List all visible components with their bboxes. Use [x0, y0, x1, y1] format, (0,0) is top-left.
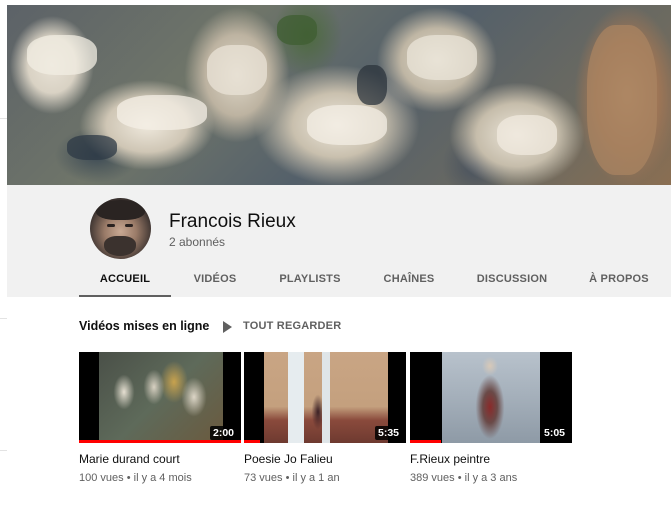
video-views: 100 vues [79, 472, 124, 484]
play-icon [223, 321, 232, 333]
video-thumbnail[interactable]: 2:00 [79, 352, 241, 443]
channel-name: Francois Rieux [169, 211, 296, 232]
tab-playlists[interactable]: PLAYLISTS [269, 263, 351, 297]
tab-chaines[interactable]: CHAÎNES [371, 263, 447, 297]
uploads-section-header: Vidéos mises en ligne TOUT REGARDER [79, 318, 639, 336]
video-duration: 5:05 [540, 426, 568, 440]
thumbnail-image [264, 352, 388, 443]
subscriber-count: 2 abonnés [169, 235, 226, 249]
video-views: 73 vues [244, 472, 283, 484]
video-title[interactable]: Poesie Jo Falieu [244, 452, 333, 466]
meta-separator: • [454, 472, 465, 484]
avatar-hair [96, 200, 145, 220]
channel-banner [7, 5, 671, 185]
video-meta: 389 vues • il y a 3 ans [410, 472, 517, 484]
video-age: il y a 3 ans [464, 472, 518, 484]
tab-discussion[interactable]: DISCUSSION [465, 263, 559, 297]
play-all-label: TOUT REGARDER [243, 320, 342, 332]
video-meta: 73 vues • il y a 1 an [244, 472, 340, 484]
watch-progress-bar [244, 440, 261, 443]
video-card[interactable]: 5:35 Poesie Jo Falieu 73 vues • il y a 1… [244, 352, 406, 492]
thumbnail-image [442, 352, 540, 443]
channel-avatar[interactable] [90, 198, 151, 259]
rail-divider [0, 118, 7, 119]
tab-accueil[interactable]: ACCUEIL [79, 263, 171, 297]
video-age: il y a 1 an [292, 472, 340, 484]
video-title[interactable]: Marie durand court [79, 452, 180, 466]
video-card[interactable]: 5:05 F.Rieux peintre 389 vues • il y a 3… [410, 352, 572, 492]
watch-progress-bar [79, 440, 241, 443]
thumbnail-image [99, 352, 223, 443]
video-duration: 2:00 [209, 426, 237, 440]
left-rail [0, 0, 7, 529]
section-title[interactable]: Vidéos mises en ligne [79, 319, 209, 333]
rail-divider [0, 318, 7, 319]
video-views: 389 vues [410, 472, 455, 484]
watch-progress-bar [410, 440, 441, 443]
avatar-eye [107, 224, 115, 227]
video-thumbnail[interactable]: 5:05 [410, 352, 572, 443]
video-card[interactable]: 2:00 Marie durand court 100 vues • il y … [79, 352, 241, 492]
tab-a-propos[interactable]: À PROPOS [579, 263, 659, 297]
channel-header: Francois Rieux 2 abonnés ACCUEIL VIDÉOS … [7, 185, 671, 297]
video-age: il y a 4 mois [133, 472, 192, 484]
tab-videos[interactable]: VIDÉOS [179, 263, 251, 297]
video-thumbnail[interactable]: 5:35 [244, 352, 406, 443]
video-title[interactable]: F.Rieux peintre [410, 452, 490, 466]
avatar-eye [125, 224, 133, 227]
meta-separator: • [123, 472, 134, 484]
channel-tabs: ACCUEIL VIDÉOS PLAYLISTS CHAÎNES DISCUSS… [7, 263, 671, 297]
video-duration: 5:35 [374, 426, 402, 440]
avatar-beard [104, 236, 136, 256]
meta-separator: • [282, 472, 293, 484]
rail-divider [0, 450, 7, 451]
video-meta: 100 vues • il y a 4 mois [79, 472, 192, 484]
